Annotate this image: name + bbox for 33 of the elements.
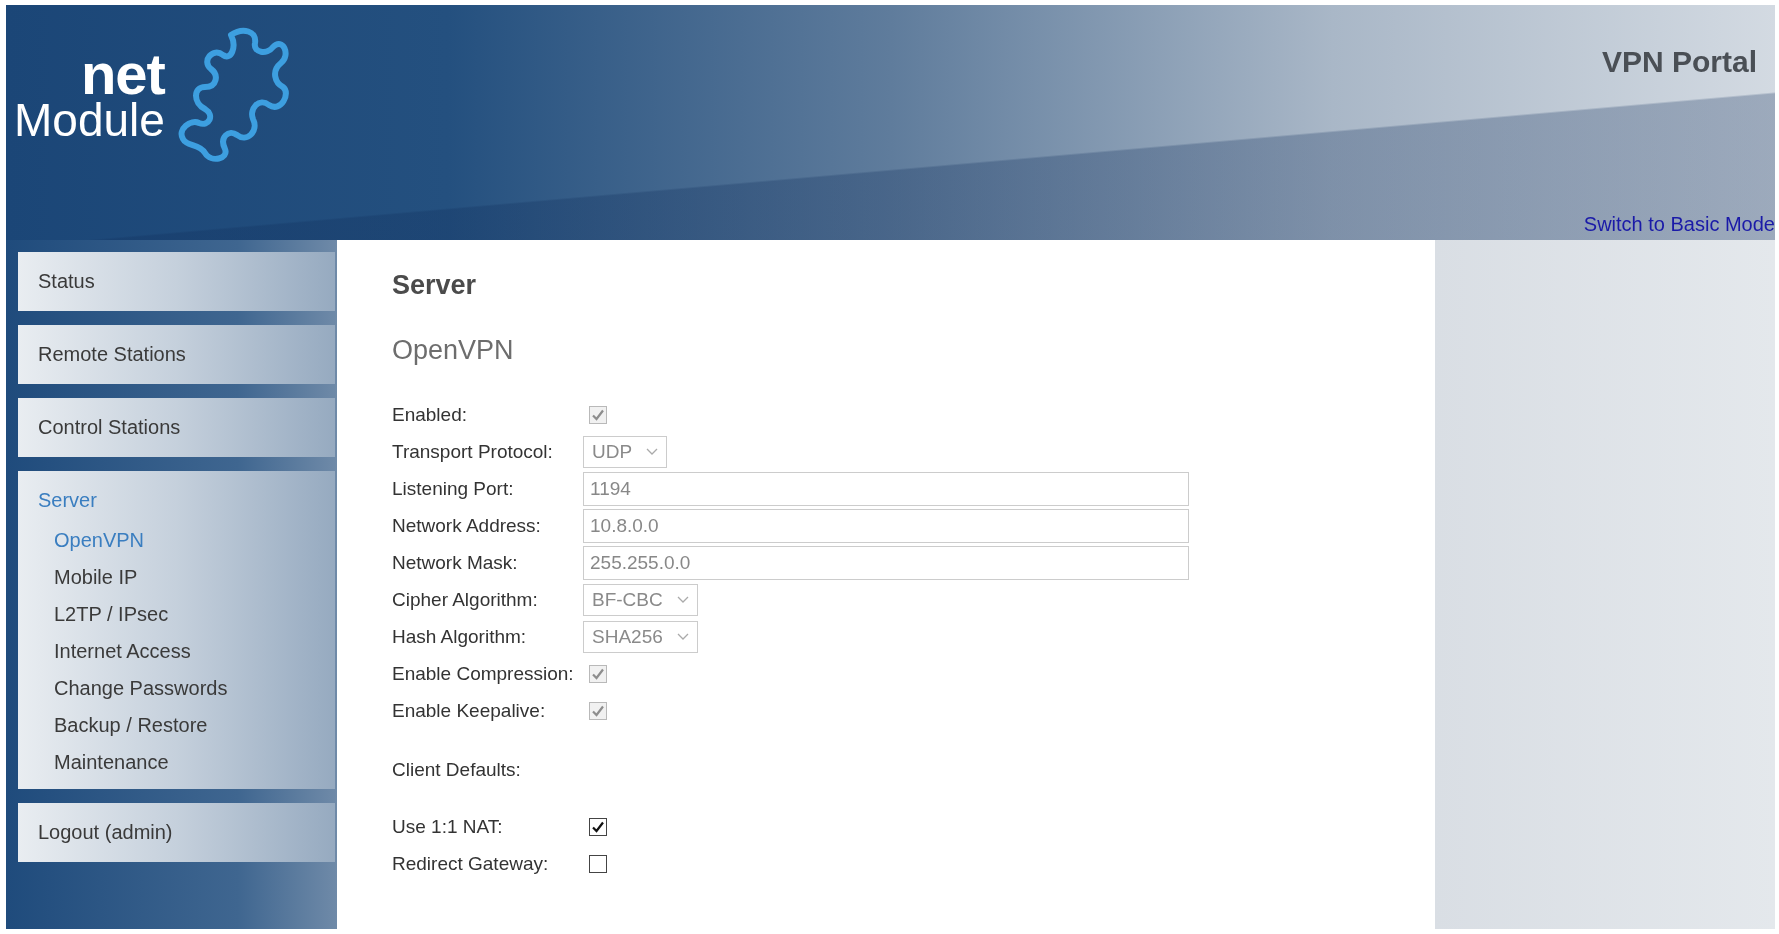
field-label: Network Mask: <box>392 551 519 574</box>
nav-item[interactable]: Remote Stations <box>18 333 206 376</box>
nav-item[interactable]: Status <box>18 260 115 303</box>
field-label: Enable Keepalive: <box>392 699 547 722</box>
nav-subitem[interactable]: Backup / Restore <box>18 707 244 744</box>
nav-subitem[interactable]: L2TP / IPsec <box>18 596 205 633</box>
nav-item[interactable]: Control Stations <box>18 406 201 449</box>
nav-subitem[interactable]: Mobile IP <box>18 559 174 596</box>
field-label: Enabled: <box>392 403 468 426</box>
logo-text: Module <box>14 100 165 142</box>
field-label: Cipher Algorithm: <box>392 588 539 611</box>
logo-text: net <box>80 48 165 101</box>
section-label: Client Defaults: <box>392 758 522 781</box>
field-label: Network Address: <box>392 514 542 537</box>
nav-subitem[interactable]: Maintenance <box>18 744 205 781</box>
checkbox[interactable] <box>589 854 607 873</box>
field-label: Redirect Gateway: <box>392 852 550 875</box>
section-title: OpenVPN <box>392 335 515 366</box>
basic-mode-link[interactable]: Switch to Basic Mode <box>1583 213 1775 236</box>
nav-subitem[interactable]: Change Passwords <box>18 670 264 707</box>
page-title: Server <box>392 270 478 301</box>
field-label: Enable Compression: <box>392 662 575 685</box>
nav-item[interactable]: Logout (admin) <box>18 811 193 854</box>
field-label: Transport Protocol: <box>392 440 554 463</box>
checkbox[interactable] <box>589 817 607 836</box>
chevron-icon <box>676 595 689 604</box>
chevron-icon <box>646 447 659 456</box>
portal-title: VPN Portal <box>1601 45 1757 79</box>
nav-subitem[interactable]: Internet Access <box>18 633 227 670</box>
chevron-icon <box>676 632 689 641</box>
field-label: Listening Port: <box>392 477 515 500</box>
field-label: Hash Algorithm: <box>392 625 528 648</box>
field-label: Use 1:1 NAT: <box>392 815 504 838</box>
